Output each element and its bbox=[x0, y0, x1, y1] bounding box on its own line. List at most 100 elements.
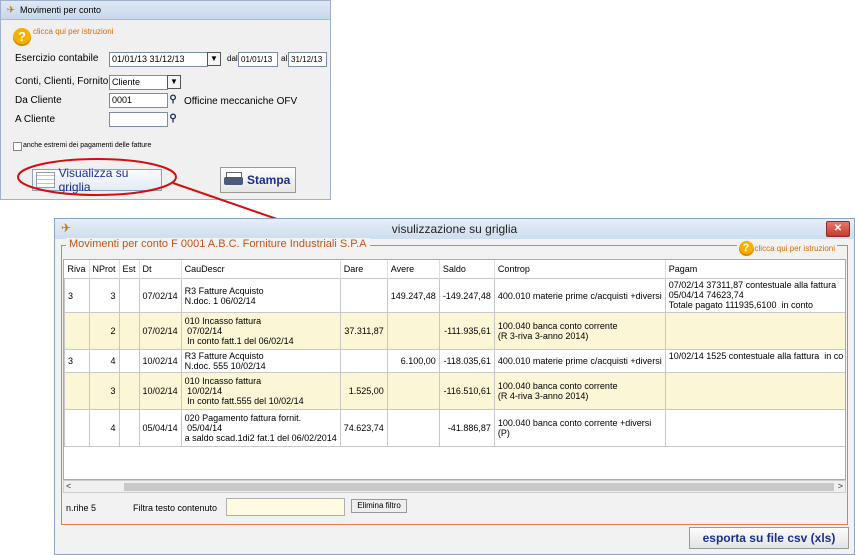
cell-controp: 100.040 banca conto corrente (R 3-riva 3-… bbox=[493, 312, 666, 350]
cell-pagam: 07/02/14 37311,87 contestuale alla fattu… bbox=[664, 278, 845, 313]
cell-controp: 400.010 materie prime c/acquisti +divers… bbox=[493, 278, 666, 313]
cell-controp: 400.010 materie prime c/acquisti +divers… bbox=[493, 349, 666, 373]
cell-dt: 07/02/14 bbox=[138, 312, 182, 350]
help-icon[interactable]: ? bbox=[13, 28, 31, 46]
column-header[interactable]: CauDescr bbox=[181, 260, 341, 279]
cell-controp: 100.040 banca conto corrente +diversi (P) bbox=[493, 409, 666, 447]
help-text[interactable]: clicca qui per istruzioni bbox=[33, 27, 113, 36]
column-header[interactable]: Avere bbox=[387, 260, 440, 279]
cell-est bbox=[118, 372, 140, 410]
dal-label: dal bbox=[227, 54, 238, 63]
help-link[interactable]: ? clicca qui per istruzioni bbox=[13, 27, 113, 46]
binoculars-icon[interactable]: ⚲ bbox=[167, 113, 179, 125]
elimina-filtro-button[interactable]: Elimina filtro bbox=[351, 499, 407, 513]
close-icon[interactable]: ✕ bbox=[826, 221, 850, 237]
cell-caudescr: 010 Incasso fattura 10/02/14 In conto fa… bbox=[180, 372, 341, 410]
column-header[interactable]: Riva bbox=[64, 260, 90, 279]
title-bar: ✈ visulizzazione su griglia ✕ bbox=[55, 219, 854, 239]
cell-dt: 10/02/14 bbox=[138, 349, 182, 373]
cell-riva bbox=[64, 409, 90, 447]
conti-select[interactable]: Cliente bbox=[109, 75, 168, 90]
al-label: al bbox=[281, 54, 288, 63]
cell-dare: 74.623,74 bbox=[339, 409, 388, 447]
scroll-right-icon[interactable]: > bbox=[838, 481, 843, 492]
cell-caudescr: 010 Incasso fattura 07/02/14 In conto fa… bbox=[180, 312, 341, 350]
scroll-left-icon[interactable]: < bbox=[66, 481, 71, 492]
column-header[interactable]: NProt bbox=[89, 260, 120, 279]
cell-dare bbox=[339, 278, 388, 313]
cell-pagam: 10/02/14 1525 contestuale alla fattura i… bbox=[664, 349, 845, 373]
grid-window: ✈ visulizzazione su griglia ✕ Movimenti … bbox=[54, 218, 855, 555]
checkbox-label: anche estremi dei pagamenti delle fattur… bbox=[23, 142, 152, 149]
cell-controp: 100.040 banca conto corrente (R 4-riva 3-… bbox=[493, 372, 666, 410]
binoculars-icon[interactable]: ⚲ bbox=[167, 94, 179, 106]
data-grid[interactable]: Riva NProt Est Dt CauDescr Dare Avere Saldo Cont… bbox=[63, 259, 846, 480]
a-cliente-field[interactable] bbox=[109, 112, 168, 127]
cell-saldo: -118.035,61 bbox=[438, 349, 495, 373]
table-row[interactable]: 4 05/04/14 020 Pagamento fattura fornit. 0… bbox=[64, 409, 845, 447]
conti-label: Conti, Clienti, Fornitori bbox=[15, 76, 114, 87]
cell-saldo: -41.886,87 bbox=[438, 409, 495, 447]
printer-icon bbox=[224, 172, 244, 188]
pagamenti-checkbox[interactable] bbox=[13, 142, 22, 151]
filter-input[interactable] bbox=[226, 498, 345, 516]
cell-est bbox=[118, 409, 140, 447]
table-row[interactable]: 2 07/02/14 010 Incasso fattura 07/02/14 In… bbox=[64, 312, 845, 350]
visualizza-button[interactable]: Visualizza su griglia bbox=[32, 166, 162, 194]
cell-dt: 07/02/14 bbox=[138, 278, 182, 313]
help-link[interactable]: ? clicca qui per istruzioni bbox=[736, 241, 837, 256]
al-field[interactable]: 31/12/13 bbox=[288, 52, 327, 67]
cell-dt: 10/02/14 bbox=[138, 372, 182, 410]
horizontal-scrollbar[interactable]: < > bbox=[63, 480, 846, 493]
title-bar: ✈ Movimenti per conto bbox=[1, 1, 330, 20]
column-header[interactable]: Saldo bbox=[439, 260, 495, 279]
cell-pagam bbox=[664, 409, 845, 447]
cell-caudescr: 020 Pagamento fattura fornit. 05/04/14 a … bbox=[180, 409, 341, 447]
da-cliente-field[interactable]: 0001 bbox=[109, 93, 168, 108]
chevron-down-icon[interactable]: ▼ bbox=[207, 52, 221, 66]
table-row[interactable]: 3 4 10/02/14 R3 Fatture Acquisto N.doc. 555 … bbox=[64, 349, 845, 373]
cell-est bbox=[118, 312, 140, 350]
filtra-label: Filtra testo contenuto bbox=[133, 503, 218, 513]
table-row[interactable]: 3 10/02/14 010 Incasso fattura 10/02/14 In… bbox=[64, 372, 845, 410]
group-box: Movimenti per conto F 0001 A.B.C. Fornit… bbox=[61, 238, 848, 525]
column-header[interactable]: Pagam bbox=[665, 260, 845, 279]
cell-dare: 37.311,87 bbox=[339, 312, 388, 350]
dal-field[interactable]: 01/01/13 bbox=[238, 52, 278, 67]
chevron-down-icon[interactable]: ▼ bbox=[167, 75, 181, 89]
column-header[interactable]: Dare bbox=[340, 260, 388, 279]
esercizio-label: Esercizio contabile bbox=[15, 53, 99, 64]
cell-riva bbox=[64, 312, 90, 350]
a-cliente-label: A Cliente bbox=[15, 114, 56, 125]
grid-icon bbox=[36, 172, 55, 188]
cell-dt: 05/04/14 bbox=[138, 409, 182, 447]
grid-header-row: Riva NProt Est Dt CauDescr Dare Avere Saldo Cont… bbox=[64, 260, 845, 279]
cell-nprot: 4 bbox=[88, 409, 120, 447]
help-icon[interactable]: ? bbox=[738, 241, 754, 256]
cell-saldo: -116.510,61 bbox=[438, 372, 495, 410]
cell-pagam bbox=[664, 372, 845, 410]
da-cliente-name: Officine meccaniche OFV bbox=[184, 96, 298, 107]
cell-est bbox=[118, 278, 140, 313]
table-row[interactable]: 3 3 07/02/14 R3 Fatture Acquisto N.doc. 1 06… bbox=[64, 278, 845, 313]
movimenti-window: ✈ Movimenti per conto ? clicca qui per i… bbox=[0, 0, 331, 200]
esercizio-select[interactable]: 01/01/13 31/12/13 bbox=[109, 52, 208, 67]
column-header[interactable]: Est bbox=[119, 260, 140, 279]
cell-dare: 1.525,00 bbox=[339, 372, 388, 410]
window-title: Movimenti per conto bbox=[20, 5, 102, 15]
cell-avere: 6.100,00 bbox=[386, 349, 440, 373]
column-header[interactable]: Controp bbox=[494, 260, 666, 279]
esporta-csv-button[interactable]: esporta su file csv (xls) bbox=[689, 527, 849, 549]
cell-nprot: 4 bbox=[88, 349, 120, 373]
cell-dare bbox=[339, 349, 388, 373]
help-text[interactable]: clicca qui per istruzioni bbox=[755, 244, 835, 253]
cell-est bbox=[118, 349, 140, 373]
cell-nprot: 3 bbox=[88, 372, 120, 410]
stampa-label: Stampa bbox=[247, 173, 291, 187]
da-cliente-label: Da Cliente bbox=[15, 95, 62, 106]
column-header[interactable]: Dt bbox=[139, 260, 182, 279]
scroll-thumb[interactable] bbox=[124, 483, 834, 491]
cell-avere: 149.247,48 bbox=[386, 278, 440, 313]
stampa-button[interactable]: Stampa bbox=[220, 167, 296, 193]
cell-nprot: 2 bbox=[88, 312, 120, 350]
